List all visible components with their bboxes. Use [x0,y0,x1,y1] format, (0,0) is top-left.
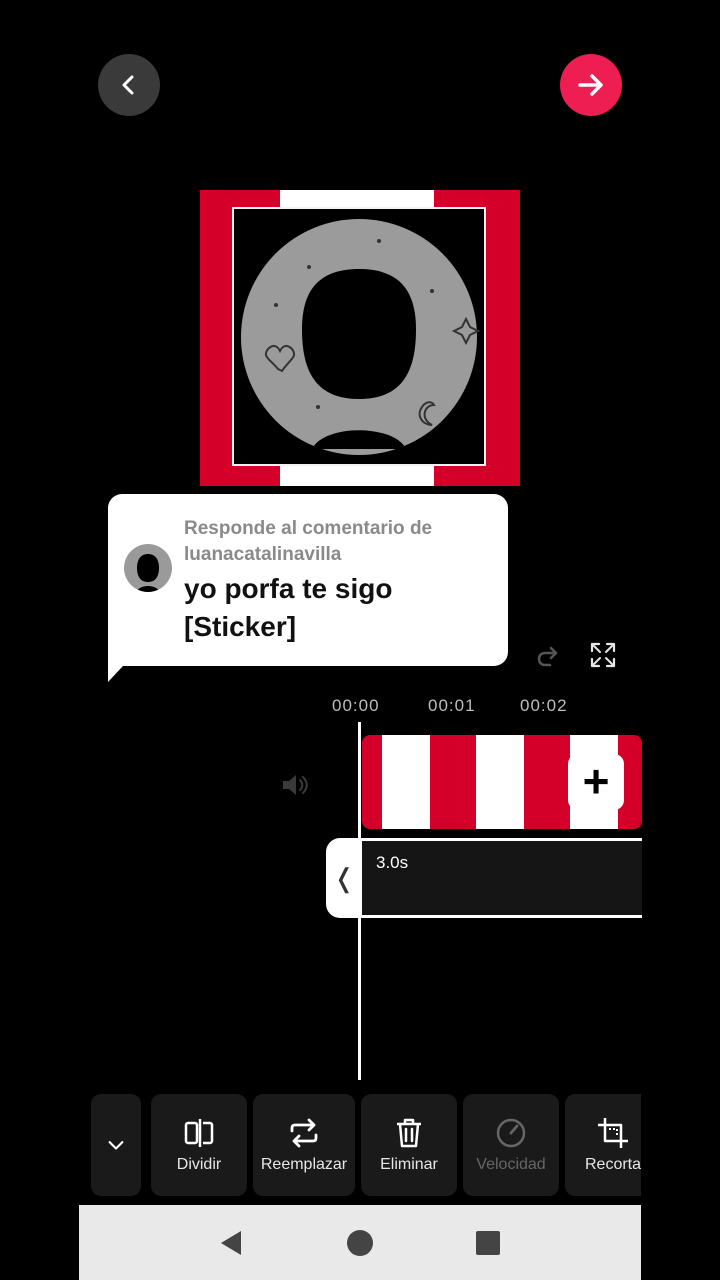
speed-button[interactable]: Velocidad [463,1094,559,1196]
nav-back-icon[interactable] [217,1229,245,1257]
crop-icon [598,1118,628,1148]
track-duration: 3.0s [376,853,409,872]
arrow-right-icon [578,74,603,96]
back-button[interactable] [98,54,160,116]
replace-label: Reemplazar [260,1156,348,1173]
reply-header: Responde al comentario de luanacatalinav… [184,518,433,565]
track-trim-handle[interactable]: ❬ [326,838,362,918]
replace-button[interactable]: Reemplazar [253,1094,355,1196]
playhead[interactable] [358,722,361,1080]
system-navigation-bar [79,1205,641,1280]
fullscreen-icon[interactable] [590,642,616,668]
sticker-track-body[interactable]: 3.0s [362,838,642,918]
redo-icon[interactable] [536,643,562,669]
profile-circle-image [241,219,481,455]
commenter-avatar [124,544,172,592]
delete-button[interactable]: Eliminar [361,1094,457,1196]
timecode-tick: 00:02 [520,696,568,715]
plus-icon: + [582,755,610,807]
chevron-left-icon [122,75,134,95]
avatar-image [136,554,160,592]
reply-comment-sticker[interactable]: Responde al comentario de luanacatalinav… [108,494,508,666]
split-button[interactable]: Dividir [151,1094,247,1196]
delete-label: Eliminar [380,1156,438,1173]
sticker-track[interactable]: ❬ 3.0s [326,838,642,918]
sticker-image-frame [232,207,486,466]
speedometer-icon [496,1118,526,1148]
comment-text: yo porfa te sigo [Sticker] [184,573,393,642]
timecode-tick: 00:01 [428,696,476,715]
nav-recents-icon[interactable] [475,1230,501,1256]
replace-icon [290,1118,318,1148]
speed-label: Velocidad [476,1156,546,1173]
add-clip-button[interactable]: + [568,754,624,810]
crop-button[interactable]: Recorta [565,1094,641,1196]
edit-toolbar: Dividir Reemplazar Eliminar Velocidad Re… [91,1094,641,1196]
trash-icon [397,1118,421,1148]
timecode-tick: 00:00 [332,696,380,715]
chevron-down-icon [108,1141,124,1150]
speaker-icon[interactable] [280,771,310,799]
collapse-button[interactable] [91,1094,141,1196]
next-button[interactable] [560,54,622,116]
split-label: Dividir [176,1156,222,1173]
nav-home-icon[interactable] [346,1229,374,1257]
crop-label: Recorta [584,1156,641,1173]
split-icon [184,1119,214,1147]
